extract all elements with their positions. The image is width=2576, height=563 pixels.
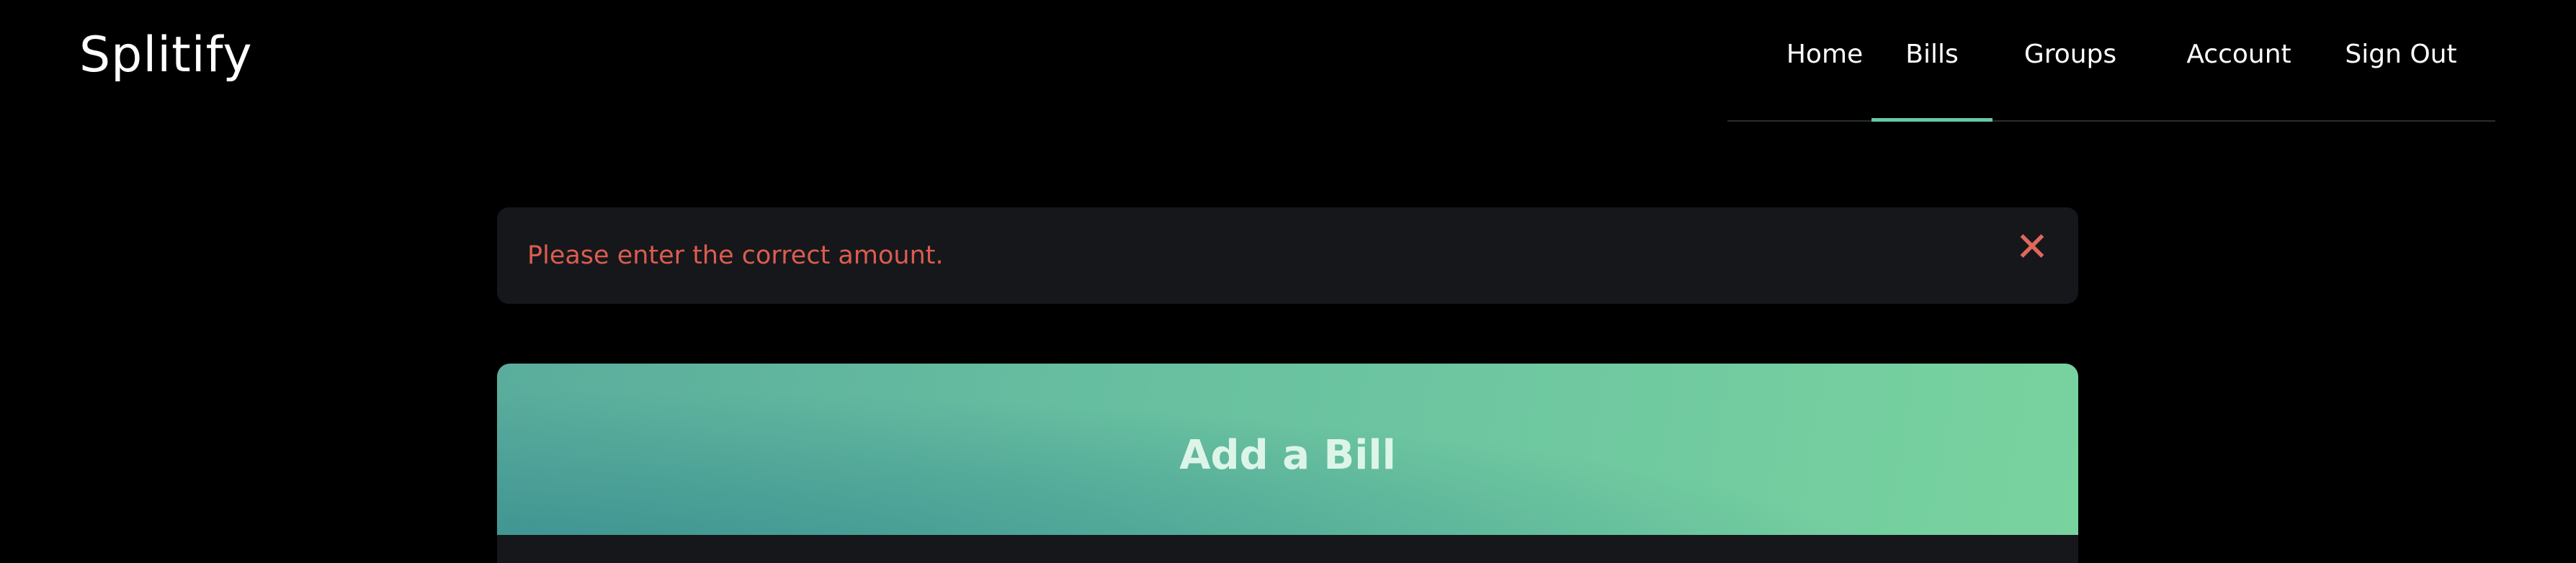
nav-account[interactable]: Account (2175, 36, 2302, 120)
add-bill-card-body (497, 535, 2078, 563)
nav-home[interactable]: Home (1763, 36, 1886, 120)
error-message: Please enter the correct amount. (527, 241, 944, 270)
main-navigation: Home Bills Groups Account Sign Out (1727, 0, 2495, 122)
splitify-logo[interactable]: Splitify (79, 26, 253, 85)
nav-groups[interactable]: Groups (2007, 36, 2134, 120)
nav-sign-out[interactable]: Sign Out (2335, 36, 2467, 120)
add-bill-header: Add a Bill (497, 364, 2078, 535)
nav-bills[interactable]: Bills (1871, 36, 1993, 122)
close-icon[interactable]: ✕ (2011, 227, 2053, 269)
error-alert: Please enter the correct amount. ✕ (497, 207, 2078, 304)
site-header: Splitify Home Bills Groups Account Sign … (0, 0, 2576, 122)
add-bill-title: Add a Bill (1179, 432, 1396, 479)
add-bill-card: Add a Bill (497, 364, 2078, 563)
